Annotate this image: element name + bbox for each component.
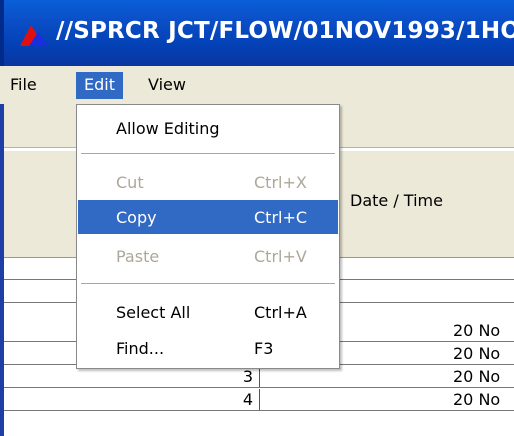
menu-item-copy[interactable]: Copy Ctrl+C [78,200,338,234]
menu-item-shortcut: Ctrl+V [254,247,307,266]
title-bar: //SPRCR JCT/FLOW/01NOV1993/1HO [0,0,514,66]
edit-menu-dropdown: Allow Editing Cut Ctrl+X Copy Ctrl+C Pas… [76,104,340,369]
menu-item-label: Select All [116,303,191,322]
row-index-cell: 3 [4,366,260,387]
menu-item-paste[interactable]: Paste Ctrl+V [78,239,338,273]
menu-item-select-all[interactable]: Select All Ctrl+A [78,295,338,329]
menu-item-shortcut: Ctrl+A [254,303,307,322]
menu-bar: File Edit View [0,66,514,104]
menu-item-shortcut: F3 [254,339,274,358]
menu-edit[interactable]: Edit [76,72,123,99]
column-header-datetime[interactable]: Date / Time [350,191,443,210]
menu-item-find[interactable]: Find... F3 [78,331,338,365]
menu-item-label: Find... [116,339,165,358]
menu-view[interactable]: View [140,72,194,99]
menu-file[interactable]: File [2,72,45,99]
menu-separator [81,153,335,154]
row-datetime-cell[interactable]: 20 No [262,389,514,410]
menu-item-allow-editing[interactable]: Allow Editing [78,111,338,145]
menu-item-label: Allow Editing [116,119,220,138]
app-icon [20,25,48,46]
menu-item-label: Cut [116,173,144,192]
table-row[interactable]: 3 20 No [4,366,514,388]
window-title: //SPRCR JCT/FLOW/01NOV1993/1HO [56,18,514,44]
table-row[interactable]: 4 20 No [4,389,514,411]
menu-item-shortcut: Ctrl+C [254,208,308,227]
menu-item-cut[interactable]: Cut Ctrl+X [78,165,338,199]
row-index-cell: 4 [4,389,260,410]
menu-item-label: Copy [116,208,157,227]
menu-item-shortcut: Ctrl+X [254,173,307,192]
menu-item-label: Paste [116,247,160,266]
menu-separator [81,283,335,284]
row-datetime-cell[interactable]: 20 No [262,366,514,387]
